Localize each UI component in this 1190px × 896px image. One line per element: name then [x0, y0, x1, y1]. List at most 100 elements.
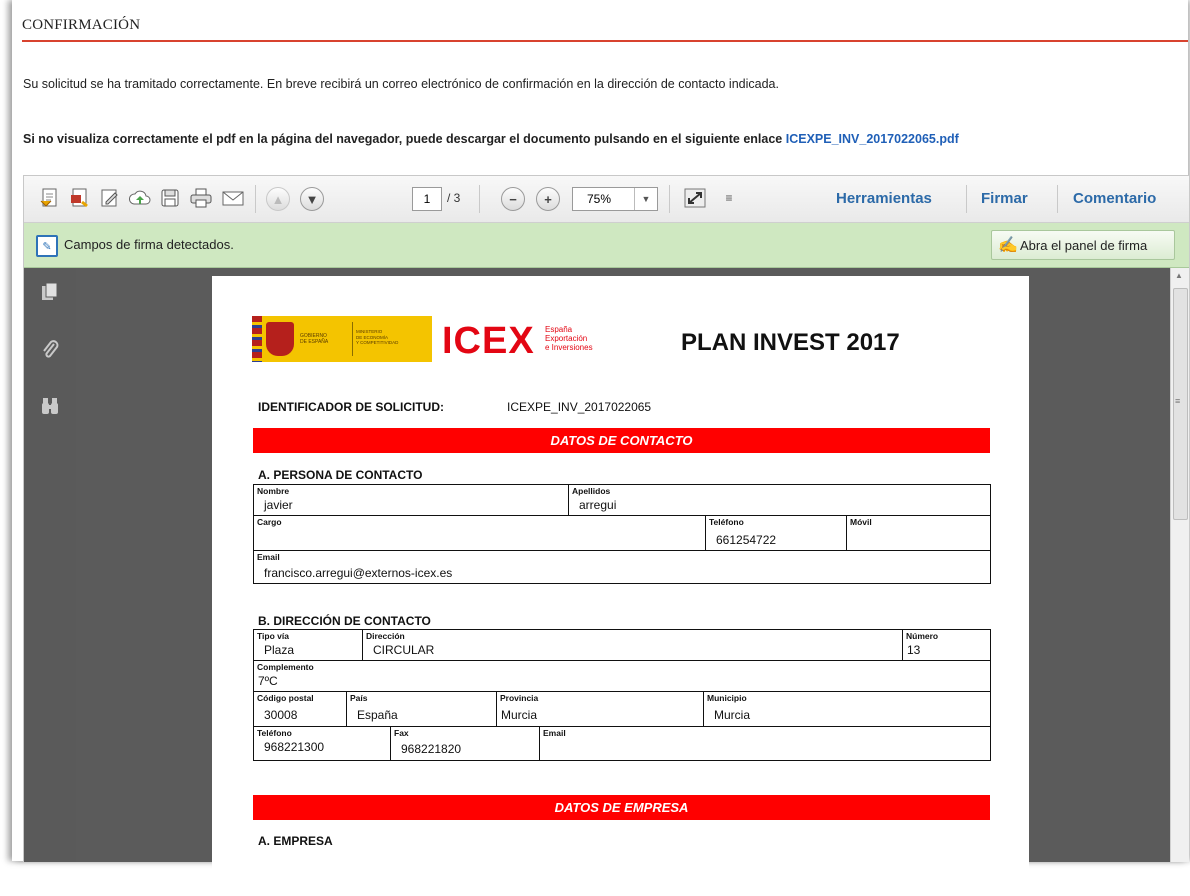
field-label: Dirección [366, 631, 405, 641]
signature-button-label: Abra el panel de firma [1020, 237, 1148, 253]
zoom-in-icon[interactable]: + [536, 187, 560, 211]
field-label: Teléfono [257, 728, 292, 738]
field-value: 30008 [264, 708, 298, 722]
table-row: Complemento 7ºC [254, 661, 990, 692]
zoom-out-icon[interactable]: − [501, 187, 525, 211]
export-pdf-icon[interactable] [68, 186, 92, 210]
request-id-label: IDENTIFICADOR DE SOLICITUD: [258, 400, 444, 414]
attachment-icon[interactable] [38, 338, 62, 362]
zoom-select[interactable]: 75% ▼ [572, 187, 658, 211]
fax-cell: Fax 968221820 [390, 727, 540, 760]
page-total: / 3 [447, 191, 461, 205]
telefono-cell: Teléfono 661254722 [705, 516, 847, 550]
table-row: Teléfono 968221300 Fax 968221820 Email [254, 727, 990, 760]
field-value: Plaza [264, 643, 295, 657]
field-value: 968221820 [401, 742, 462, 756]
icex-logo-subtitle: España Exportación e Inversiones [545, 325, 593, 352]
field-value: francisco.arregui@externos-icex.es [264, 566, 453, 580]
page-down-icon[interactable]: ▼ [300, 187, 324, 211]
vertical-scrollbar[interactable]: ▲ ≡ [1170, 268, 1189, 862]
field-value: javier [264, 498, 293, 512]
field-value: 7ºC [258, 674, 278, 688]
contact-section-header: DATOS DE CONTACTO [253, 428, 990, 453]
scroll-up-icon[interactable]: ▲ [1175, 271, 1183, 280]
complemento-cell: Complemento 7ºC [254, 661, 990, 691]
field-label: Teléfono [709, 517, 744, 527]
chevron-down-icon[interactable]: ▼ [634, 188, 657, 210]
field-label: Apellidos [572, 486, 611, 496]
document-title: PLAN INVEST 2017 [681, 329, 900, 356]
field-value: 661254722 [716, 533, 777, 547]
table-row: Tipo vía Plaza Dirección CIRCULAR Número 13 [254, 630, 990, 661]
print-icon[interactable] [188, 186, 214, 210]
address-email-cell: Email [539, 727, 990, 760]
field-label: Fax [394, 728, 409, 738]
field-label: Provincia [500, 693, 539, 703]
address-table: Tipo vía Plaza Dirección CIRCULAR Número 13… [253, 629, 991, 761]
pdf-page: GOBIERNO DE ESPAÑA MINISTERIO DE ECONOMÍ… [212, 276, 1029, 896]
pdf-toolbar: ▲ ▼ 1 / 3 − + 75% ▼ ≡ Herramientas Firmar… [24, 176, 1189, 223]
download-instructions: Si no visualiza correctamente el pdf en … [23, 132, 959, 146]
request-id-value: ICEXPE_INV_2017022065 [507, 400, 652, 414]
save-icon[interactable] [158, 186, 182, 210]
field-label: Móvil [850, 517, 872, 527]
logo-ministry-text: MINISTERIO DE ECONOMÍA Y COMPETITIVIDAD [356, 329, 399, 345]
create-pdf-icon[interactable] [38, 186, 62, 210]
numero-cell: Número 13 [902, 630, 990, 660]
cp-cell: Código postal 30008 [254, 692, 346, 726]
field-value: Murcia [501, 708, 538, 722]
open-signature-panel-button[interactable]: ✍ Abra el panel de firma [991, 230, 1175, 260]
field-label: Complemento [257, 662, 314, 672]
field-value: España [357, 708, 398, 722]
coat-of-arms-icon [266, 322, 294, 356]
page-number-input[interactable]: 1 [412, 187, 442, 211]
toolbar-divider [255, 185, 256, 213]
field-label: Email [257, 552, 280, 562]
fullscreen-icon[interactable] [682, 186, 708, 210]
toolbar-divider [1057, 185, 1058, 213]
comment-tab[interactable]: Comentario [1073, 190, 1156, 207]
field-value: arregui [579, 498, 617, 512]
download-text: Si no visualiza correctamente el pdf en … [23, 132, 786, 146]
government-logo: GOBIERNO DE ESPAÑA MINISTERIO DE ECONOMÍ… [252, 316, 432, 362]
company-section-header: DATOS DE EMPRESA [253, 795, 990, 820]
provincia-cell: Provincia Murcia [496, 692, 704, 726]
grip-icon: ≡ [1175, 396, 1181, 406]
sign-tab[interactable]: Firmar [981, 190, 1028, 207]
field-label: Email [543, 728, 566, 738]
logo-gob-text: GOBIERNO DE ESPAÑA [300, 333, 329, 345]
signature-message: Campos de firma detectados. [64, 237, 234, 252]
page-title: CONFIRMACIÓN [22, 17, 141, 33]
apellidos-cell: Apellidos arregui [568, 485, 990, 515]
table-row: Email francisco.arregui@externos-icex.es [254, 551, 990, 583]
icex-logo: ICEX [442, 320, 535, 362]
email-cell: Email francisco.arregui@externos-icex.es [254, 551, 990, 583]
signature-bar: ✎ Campos de firma detectados. ✍ Abra el … [24, 223, 1189, 268]
cloud-upload-icon[interactable] [128, 186, 152, 210]
search-icon[interactable] [38, 394, 62, 418]
tools-tab[interactable]: Herramientas [836, 190, 932, 207]
navigation-panel [24, 268, 76, 862]
field-label: Municipio [707, 693, 747, 703]
confirmation-message: Su solicitud se ha tramitado correctamen… [23, 77, 779, 91]
page-up-icon[interactable]: ▲ [266, 187, 290, 211]
zoom-value: 75% [587, 192, 612, 206]
field-label: Número [906, 631, 939, 641]
direccion-cell: Dirección CIRCULAR [362, 630, 903, 660]
nombre-cell: Nombre javier [254, 485, 568, 515]
edit-icon[interactable] [98, 186, 122, 210]
logo-divider [352, 322, 353, 356]
download-pdf-link[interactable]: ICEXPE_INV_2017022065.pdf [786, 132, 959, 146]
table-row: Nombre javier Apellidos arregui [254, 485, 990, 516]
more-icon[interactable]: ≡ [721, 186, 737, 210]
pages-icon[interactable] [38, 280, 62, 304]
field-label: Código postal [257, 693, 314, 703]
field-label: Cargo [257, 517, 282, 527]
pen-icon: ✍ [998, 237, 1018, 254]
document-area: GOBIERNO DE ESPAÑA MINISTERIO DE ECONOMÍ… [76, 268, 1171, 896]
email-icon[interactable] [220, 186, 246, 210]
toolbar-divider [479, 185, 480, 213]
field-label: Nombre [257, 486, 290, 496]
field-label: País [350, 693, 368, 703]
field-value: 13 [907, 643, 921, 657]
